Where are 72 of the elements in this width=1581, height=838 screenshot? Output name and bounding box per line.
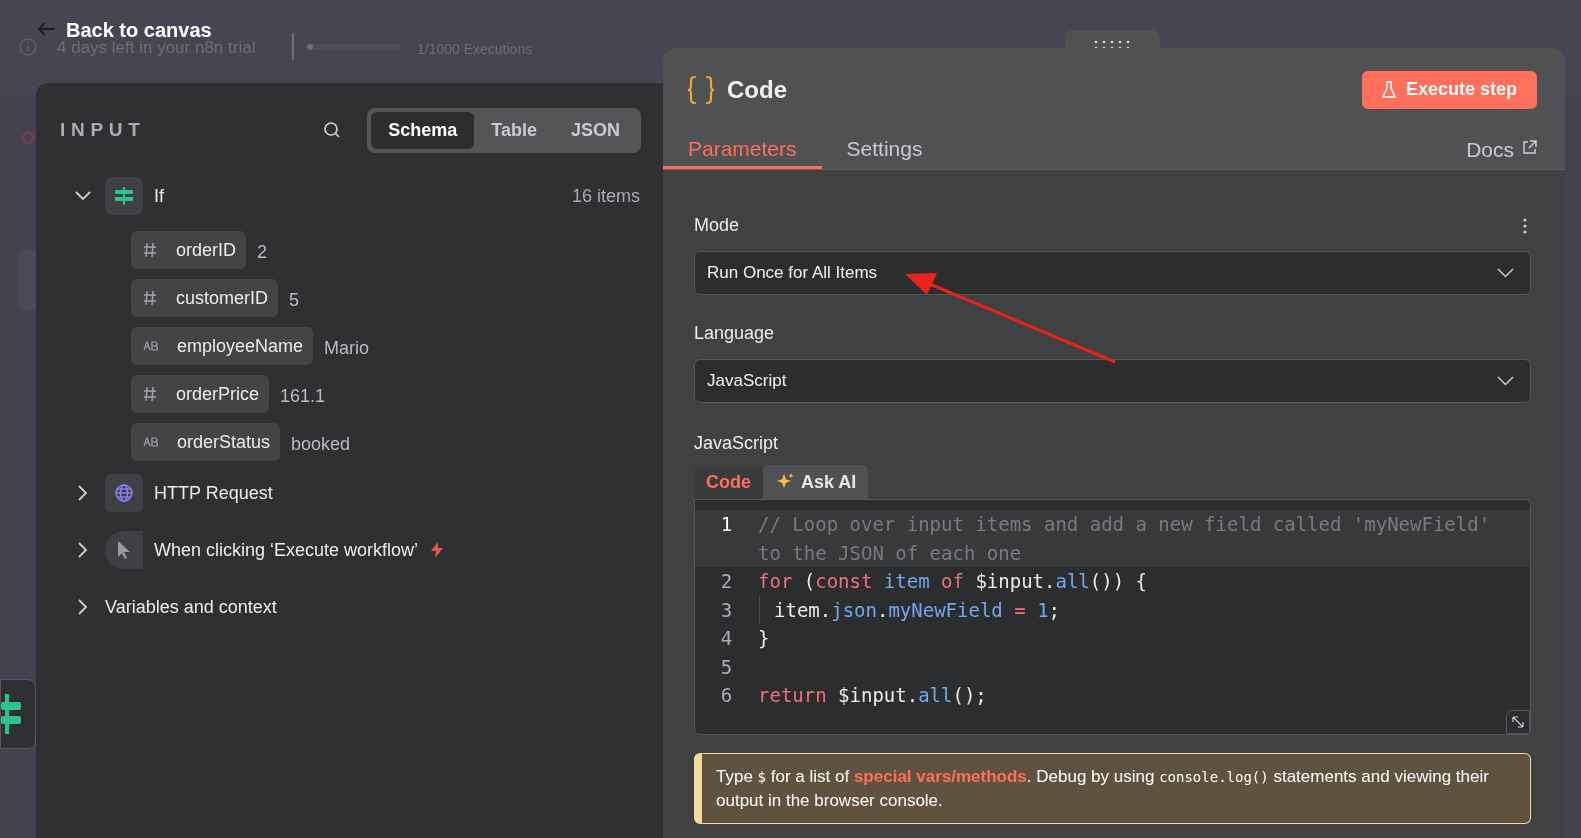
signpost-icon: [114, 186, 134, 206]
view-tab[interactable]: JSON: [553, 111, 637, 149]
drag-handle[interactable]: [1065, 30, 1160, 48]
chevron-right-icon[interactable]: [78, 485, 88, 501]
chevron-right-icon[interactable]: [78, 599, 88, 615]
view-tab[interactable]: Table: [474, 111, 554, 149]
chevron-right-icon[interactable]: [78, 542, 88, 558]
cursor-icon: [116, 540, 132, 560]
hash-icon: [143, 242, 157, 258]
field-value: Mario: [324, 336, 370, 360]
dropdown-value: Run Once for All Items: [707, 262, 879, 285]
field-name: orderID: [176, 238, 237, 262]
expand-icon: [1512, 716, 1524, 728]
dropdown-field[interactable]: JavaScript: [694, 359, 1531, 403]
back-to-canvas-link[interactable]: Back to canvas: [66, 21, 212, 39]
search-icon[interactable]: [323, 121, 342, 139]
code-line: return $input.all();: [758, 683, 988, 708]
external-link-icon: [1522, 139, 1537, 155]
node-name[interactable]: When clicking ‘Execute workflow’: [154, 536, 419, 564]
chevron-down-icon[interactable]: [75, 191, 91, 201]
node-name[interactable]: HTTP Request: [154, 479, 273, 507]
field-label: Mode: [694, 214, 740, 237]
braces-icon: [687, 74, 715, 105]
field-value: booked: [291, 432, 351, 456]
panel-tab[interactable]: Settings: [821, 131, 948, 169]
code-line: item.json.myNewField = 1;: [759, 595, 1530, 624]
editor-tab[interactable]: Ask AI: [763, 465, 869, 499]
panel-title: INPUT: [60, 117, 146, 142]
field-name: orderPrice: [176, 382, 260, 406]
more-options-icon[interactable]: [1523, 217, 1527, 234]
line-number: 1: [719, 512, 734, 537]
resize-handle[interactable]: [1506, 710, 1530, 734]
dropdown-field[interactable]: Run Once for All Items: [694, 251, 1531, 295]
text-type-icon: [143, 341, 159, 351]
chevron-down-icon: [1497, 268, 1514, 278]
flask-icon: [1381, 80, 1396, 99]
code-editor[interactable]: 1 // Loop over input items and add a new field called 'myNewField' to the JSON of each one 2 for (const item of $input.all()) { 3 item.json.myNewField = 1; 4 } 5 6 return $input.all();: [694, 499, 1531, 735]
node-name[interactable]: Variables and context: [105, 593, 277, 621]
chevron-down-icon: [1497, 376, 1514, 386]
dropdown-value: JavaScript: [707, 370, 788, 393]
editor-tab[interactable]: Code: [694, 465, 763, 499]
view-tab[interactable]: Schema: [371, 111, 475, 149]
docs-link[interactable]: Docs: [1466, 131, 1537, 169]
field-name: customerID: [176, 286, 269, 310]
code-line: // Loop over input items and add a new field called 'myNewField' to the JSON of each one: [758, 512, 1492, 566]
text-type-icon: [143, 437, 159, 447]
field-name: orderStatus: [177, 430, 271, 454]
hash-icon: [143, 386, 157, 402]
info-icon: [18, 37, 38, 57]
canvas-node-dot-icon: [21, 131, 35, 145]
node-title: Code: [727, 74, 787, 105]
globe-icon: [114, 483, 134, 503]
line-number: 2: [719, 569, 734, 594]
node-name[interactable]: If: [154, 182, 164, 210]
line-number: 6: [719, 683, 734, 708]
code-line: }: [758, 626, 771, 651]
hint-text: Type $ for a list of special vars/methods. Debug by using console.log() statements and viewing their output in the browser console.: [694, 753, 1531, 824]
canvas-node: [18, 250, 36, 310]
signpost-icon: [1, 694, 23, 734]
field-name: employeeName: [177, 334, 304, 358]
line-number: 5: [719, 654, 734, 680]
hash-icon: [143, 290, 157, 306]
field-value: 5: [289, 288, 300, 312]
lightning-icon: [430, 542, 445, 558]
code-line: for (const item of $input.all()) {: [758, 569, 1148, 594]
field-label: Language: [694, 322, 775, 345]
field-value: 2: [257, 240, 268, 264]
item-count: 16 items: [571, 184, 640, 208]
line-number: 3: [719, 597, 734, 623]
line-number: 4: [719, 626, 734, 651]
field-label: JavaScript: [694, 432, 780, 455]
field-value: 161.1: [280, 384, 326, 408]
